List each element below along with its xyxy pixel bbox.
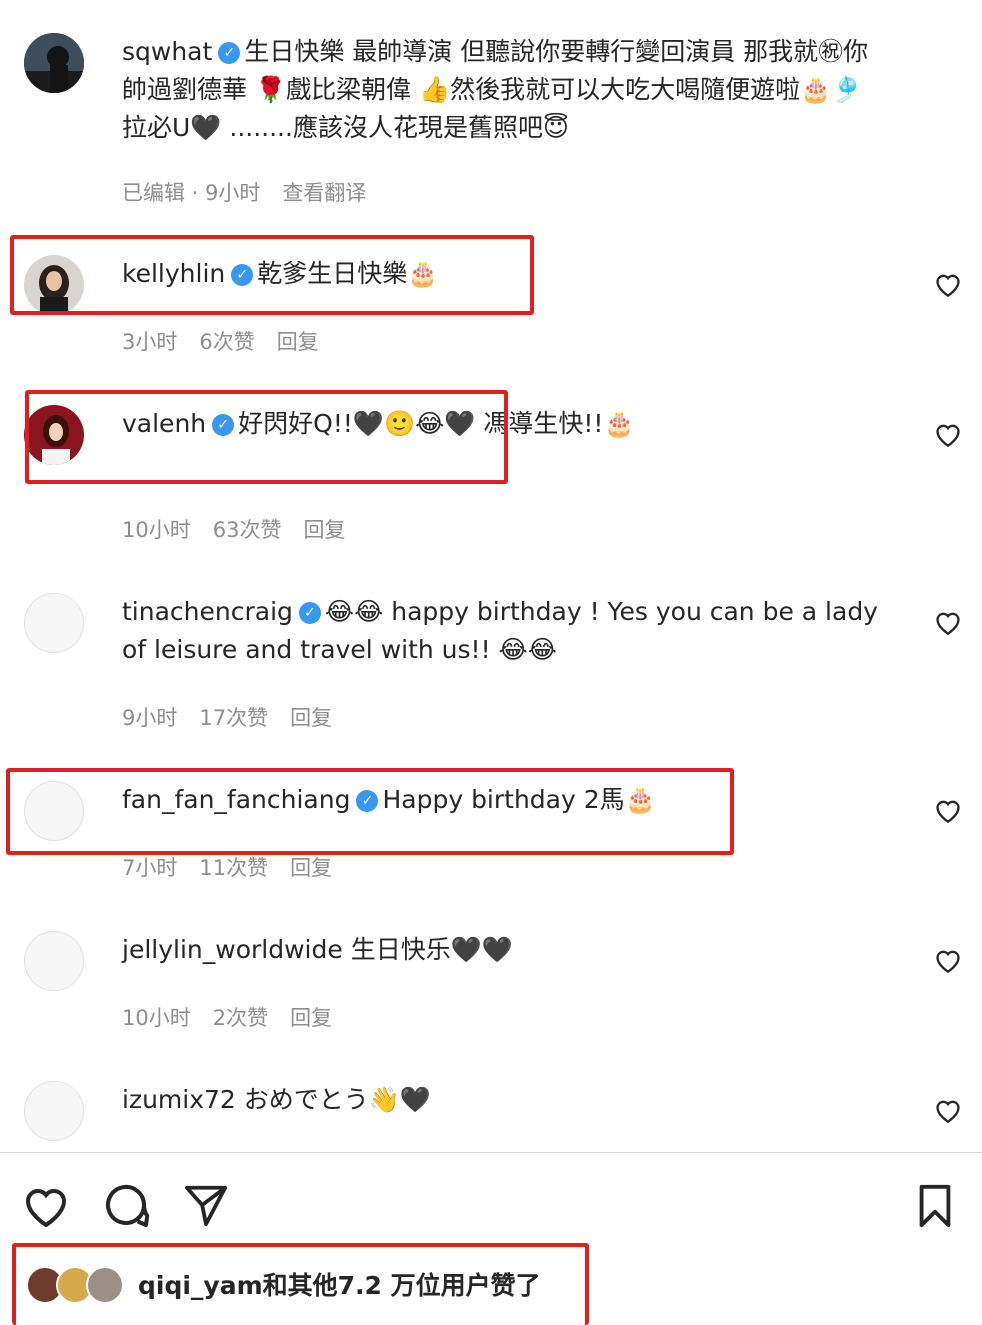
- comment-likes[interactable]: 11次赞: [199, 856, 268, 880]
- comment-text: tinachencraig ✓ 😂😂 happy birthday ! Yes yo…: [122, 593, 887, 669]
- comment-meta: 9小时 17次赞 回复: [122, 702, 354, 732]
- heart-icon[interactable]: [934, 797, 962, 823]
- avatar[interactable]: [24, 931, 84, 991]
- comment-likes[interactable]: 2次赞: [213, 1006, 268, 1030]
- translate-link[interactable]: 查看翻译: [282, 181, 366, 205]
- comment-body: 生日快乐🖤🖤: [350, 935, 513, 964]
- reply-button[interactable]: 回复: [290, 706, 332, 730]
- comment-time: 3小时: [122, 330, 178, 354]
- highlight-box: [10, 235, 534, 315]
- comment-username[interactable]: jellylin_worldwide: [122, 935, 343, 964]
- comment-time: 已编辑 · 9小时: [122, 181, 261, 205]
- comment-likes[interactable]: 6次赞: [199, 330, 254, 354]
- comment-text: izumix72 おめでとう👋🖤: [122, 1081, 887, 1119]
- avatar[interactable]: [24, 593, 84, 653]
- comment-text: jellylin_worldwide 生日快乐🖤🖤: [122, 931, 887, 969]
- avatar[interactable]: [24, 1081, 84, 1141]
- comment-time: 10小时: [122, 518, 191, 542]
- heart-icon[interactable]: [934, 609, 962, 635]
- comment-text: sqwhat ✓ 生日快樂 最帥導演 但聽說你要轉行變回演員 那我就㊗你 帥過劉德華…: [122, 33, 887, 147]
- heart-icon[interactable]: [934, 1097, 962, 1123]
- bookmark-icon[interactable]: [912, 1183, 958, 1229]
- heart-icon[interactable]: [934, 947, 962, 973]
- comment-meta: 7小时 11次赞 回复: [122, 852, 354, 882]
- verified-badge-icon: ✓: [298, 602, 321, 624]
- comment-username[interactable]: sqwhat: [122, 37, 212, 66]
- avatar[interactable]: [24, 33, 84, 93]
- avatar-photo: [24, 33, 84, 93]
- reply-button[interactable]: 回复: [290, 856, 332, 880]
- comment-likes[interactable]: 17次赞: [199, 706, 268, 730]
- comment-time: 10小时: [122, 1006, 191, 1030]
- verified-badge-icon: ✓: [218, 42, 241, 64]
- heart-icon[interactable]: [934, 271, 962, 297]
- comment-meta: 已编辑 · 9小时 查看翻译: [122, 177, 388, 207]
- comment-time: 9小时: [122, 706, 178, 730]
- reply-button[interactable]: 回复: [277, 330, 319, 354]
- comment-meta: 10小时 63次赞 回复: [122, 514, 367, 544]
- highlight-box: [6, 768, 734, 855]
- heart-icon[interactable]: [22, 1183, 70, 1227]
- likes-summary[interactable]: qiqi_yam和其他7.2 万位用户赞了: [138, 1266, 541, 1302]
- comment-meta: 10小时 2次赞 回复: [122, 1002, 354, 1032]
- highlight-box: [25, 390, 508, 484]
- avatar[interactable]: [86, 1266, 124, 1304]
- comment-username[interactable]: izumix72: [122, 1085, 236, 1114]
- comment-body: おめでとう👋🖤: [243, 1085, 432, 1114]
- reply-button[interactable]: 回复: [290, 1006, 332, 1030]
- comment-icon[interactable]: [102, 1181, 150, 1229]
- reply-button[interactable]: 回复: [303, 518, 345, 542]
- heart-icon[interactable]: [934, 421, 962, 447]
- divider: [0, 1152, 982, 1153]
- comment-likes[interactable]: 63次赞: [213, 518, 282, 542]
- comment-time: 7小时: [122, 856, 178, 880]
- comment-username[interactable]: tinachencraig: [122, 597, 293, 626]
- comment-meta: 3小时 6次赞 回复: [122, 326, 341, 356]
- send-icon[interactable]: [182, 1182, 230, 1228]
